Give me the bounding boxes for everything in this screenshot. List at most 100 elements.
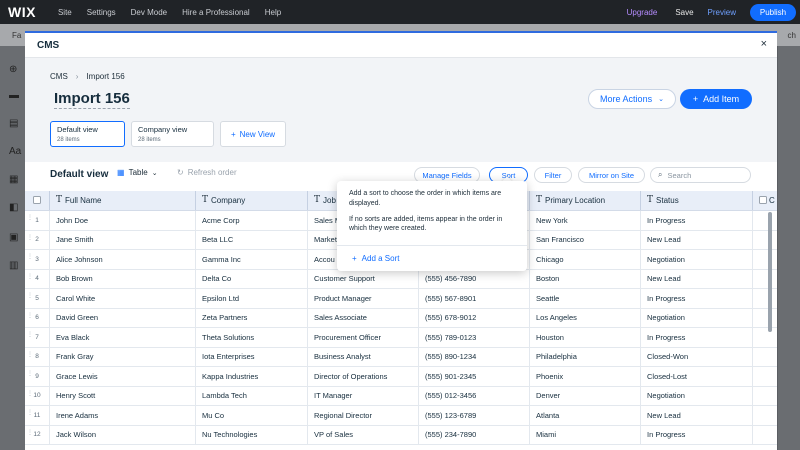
cell-extra[interactable] [753, 270, 777, 289]
cell-job[interactable]: Customer Support [308, 269, 419, 288]
drag-handle-icon[interactable]: ⋮ [27, 352, 33, 358]
cell-company[interactable]: Lambda Tech [196, 386, 308, 405]
cell-extra[interactable] [753, 231, 777, 250]
drag-handle-icon[interactable]: ⋮ [27, 371, 33, 377]
drag-handle-icon[interactable]: ⋮ [27, 215, 33, 221]
refresh-order-button[interactable]: ↻ Refresh order [177, 168, 237, 177]
cell-job[interactable]: Product Manager [308, 289, 419, 308]
cell-phone[interactable]: (555) 789-0123 [419, 328, 530, 347]
column-header-full-name[interactable]: T Full Name [50, 191, 196, 210]
cell-status[interactable]: New Lead [641, 269, 753, 288]
business-icon[interactable]: ◧ [9, 202, 20, 213]
cell-phone[interactable]: (555) 123-6789 [419, 406, 530, 425]
column-header-status[interactable]: T Status [641, 191, 753, 210]
upgrade-link[interactable]: Upgrade [627, 8, 658, 17]
view-tab-default[interactable]: Default view 28 items [50, 121, 125, 147]
cell-primary-location[interactable]: Boston [530, 269, 641, 288]
add-sort-button[interactable]: + Add a Sort [352, 254, 399, 263]
cell-company[interactable]: Mu Co [196, 406, 308, 425]
cell-job[interactable]: VP of Sales [308, 425, 419, 444]
cell-job[interactable]: Regional Director [308, 406, 419, 425]
table-row[interactable]: ⋮ 6 David Green Zeta Partners Sales Associat… [25, 308, 777, 328]
table-row[interactable]: ⋮ 4 Bob Brown Delta Co Customer Support (555)… [25, 269, 777, 289]
cell-full-name[interactable]: Grace Lewis [50, 367, 196, 386]
cell-extra[interactable] [753, 211, 777, 230]
cell-phone[interactable]: (555) 234-7890 [419, 425, 530, 444]
column-header-company[interactable]: T Company [196, 191, 308, 210]
add-elements-icon[interactable]: ⊕ [9, 64, 20, 75]
table-row[interactable]: ⋮ 9 Grace Lewis Kappa Industries Director of… [25, 367, 777, 387]
cell-primary-location[interactable]: Denver [530, 386, 641, 405]
nav-dev-mode[interactable]: Dev Mode [131, 8, 167, 17]
cms-icon[interactable]: ▥ [9, 260, 20, 271]
breadcrumb-root[interactable]: CMS [50, 72, 68, 81]
cell-primary-location[interactable]: Phoenix [530, 367, 641, 386]
cell-company[interactable]: Kappa Industries [196, 367, 308, 386]
cell-phone[interactable]: (555) 890-1234 [419, 347, 530, 366]
sections-icon[interactable]: ▬ [9, 90, 20, 101]
nav-site[interactable]: Site [58, 8, 72, 17]
cell-company[interactable]: Nu Technologies [196, 425, 308, 444]
cell-extra[interactable] [753, 387, 777, 406]
drag-handle-icon[interactable]: ⋮ [27, 293, 33, 299]
cell-status[interactable]: Closed-Won [641, 347, 753, 366]
cell-extra[interactable] [753, 289, 777, 308]
nav-hire-professional[interactable]: Hire a Professional [182, 8, 250, 17]
cell-full-name[interactable]: David Green [50, 308, 196, 327]
cell-primary-location[interactable]: Los Angeles [530, 308, 641, 327]
cell-full-name[interactable]: Carol White [50, 289, 196, 308]
publish-button[interactable]: Publish [750, 3, 796, 21]
cell-status[interactable]: In Progress [641, 211, 753, 230]
cell-primary-location[interactable]: San Francisco [530, 230, 641, 249]
cell-extra[interactable] [753, 348, 777, 367]
drag-handle-icon[interactable]: ⋮ [27, 274, 33, 280]
pages-icon[interactable]: ▤ [9, 118, 20, 129]
nav-help[interactable]: Help [265, 8, 281, 17]
drag-handle-icon[interactable]: ⋮ [27, 430, 33, 436]
cell-primary-location[interactable]: Chicago [530, 250, 641, 269]
cell-primary-location[interactable]: Houston [530, 328, 641, 347]
cell-extra[interactable] [753, 406, 777, 425]
cell-job[interactable]: Sales Associate [308, 308, 419, 327]
cell-job[interactable]: Procurement Officer [308, 328, 419, 347]
drag-handle-icon[interactable]: ⋮ [27, 254, 33, 260]
cell-extra[interactable] [753, 328, 777, 347]
cell-primary-location[interactable]: Philadelphia [530, 347, 641, 366]
cell-status[interactable]: In Progress [641, 289, 753, 308]
cell-company[interactable]: Beta LLC [196, 230, 308, 249]
cell-full-name[interactable]: John Doe [50, 211, 196, 230]
mirror-on-site-button[interactable]: Mirror on Site [578, 167, 645, 183]
save-link[interactable]: Save [675, 8, 693, 17]
apps-icon[interactable]: ▦ [9, 174, 20, 185]
cell-status[interactable]: Closed-Lost [641, 367, 753, 386]
table-row[interactable]: ⋮ 10 Henry Scott Lambda Tech IT Manager (555)… [25, 386, 777, 406]
cell-company[interactable]: Theta Solutions [196, 328, 308, 347]
cell-status[interactable]: Negotiation [641, 386, 753, 405]
table-row[interactable]: ⋮ 11 Irene Adams Mu Co Regional Director (555… [25, 406, 777, 426]
cell-primary-location[interactable]: Miami [530, 425, 641, 444]
cell-phone[interactable]: (555) 012-3456 [419, 386, 530, 405]
drag-handle-icon[interactable]: ⋮ [27, 313, 33, 319]
cell-full-name[interactable]: Eva Black [50, 328, 196, 347]
cell-job[interactable]: IT Manager [308, 386, 419, 405]
drag-handle-icon[interactable]: ⋮ [27, 391, 33, 397]
select-all-checkbox[interactable] [25, 191, 50, 210]
cell-company[interactable]: Acme Corp [196, 211, 308, 230]
cell-phone[interactable]: (555) 901-2345 [419, 367, 530, 386]
cell-company[interactable]: Iota Enterprises [196, 347, 308, 366]
cell-primary-location[interactable]: Atlanta [530, 406, 641, 425]
drag-handle-icon[interactable]: ⋮ [27, 332, 33, 338]
drag-handle-icon[interactable]: ⋮ [27, 410, 33, 416]
cell-company[interactable]: Gamma Inc [196, 250, 308, 269]
cell-job[interactable]: Director of Operations [308, 367, 419, 386]
cell-phone[interactable]: (555) 678-9012 [419, 308, 530, 327]
page-title[interactable]: Import 156 [54, 90, 130, 109]
cell-company[interactable]: Epsilon Ltd [196, 289, 308, 308]
cell-job[interactable]: Business Analyst [308, 347, 419, 366]
cell-status[interactable]: Negotiation [641, 250, 753, 269]
cell-phone[interactable]: (555) 567-8901 [419, 289, 530, 308]
column-header-extra[interactable]: C [753, 191, 777, 210]
cell-status[interactable]: In Progress [641, 328, 753, 347]
cell-extra[interactable] [753, 250, 777, 269]
view-tab-company[interactable]: Company view 28 items [131, 121, 214, 147]
